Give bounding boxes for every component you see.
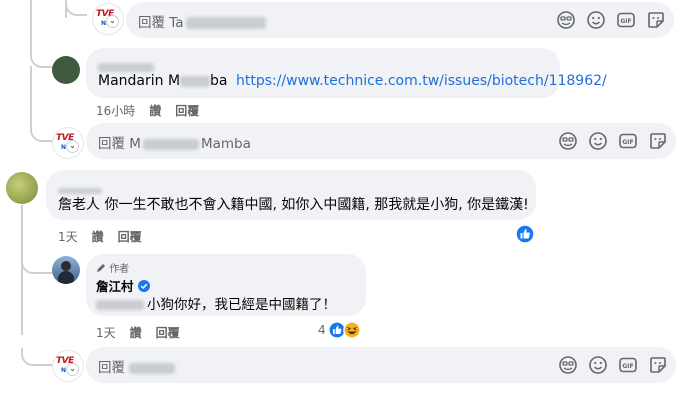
svg-text:GIF: GIF — [622, 363, 633, 370]
blurred-name — [142, 138, 199, 150]
sticker-smile-icon[interactable] — [558, 355, 578, 375]
commenter-avatar[interactable] — [6, 172, 38, 204]
comment-time[interactable]: 16小時 — [96, 104, 135, 118]
sticker-smile-icon[interactable] — [556, 10, 576, 30]
reaction-summary[interactable]: 4 — [318, 320, 361, 340]
gif-icon[interactable]: GIF — [616, 10, 636, 30]
sticker-icon[interactable] — [646, 10, 666, 30]
thread-connector — [21, 258, 53, 274]
emoji-icon[interactable] — [588, 131, 608, 151]
blurred-author — [58, 187, 102, 194]
gif-icon[interactable]: GIF — [618, 355, 638, 375]
sticker-icon[interactable] — [648, 131, 668, 151]
haha-reaction-icon — [342, 321, 361, 339]
reply-placeholder: 回覆 Ta — [138, 15, 184, 31]
thread-connector — [30, 124, 54, 142]
reaction-count: 4 — [318, 323, 326, 337]
author-name[interactable]: 詹江村 — [96, 279, 134, 294]
svg-text:GIF: GIF — [620, 18, 631, 25]
like-button[interactable]: 讚 — [92, 230, 104, 244]
comment-text-tail: ba — [210, 73, 228, 89]
reply-button[interactable]: 回覆 — [118, 230, 142, 244]
emoji-icon[interactable] — [588, 355, 608, 375]
comment-text: 小狗你好，我已經是中國籍了！ — [147, 297, 336, 313]
reply-placeholder: 回覆 M — [98, 136, 141, 152]
sticker-smile-icon[interactable] — [558, 131, 578, 151]
gif-icon[interactable]: GIF — [618, 131, 638, 151]
thread-line — [30, 0, 32, 46]
comment-meta: 1天讚回覆 — [58, 228, 156, 245]
comment-bubble: 詹老人 你一生不敢也不會入籍中國, 如你入中國籍, 那我就是小狗, 你是鐵漢! — [46, 170, 536, 220]
chevron-down-icon[interactable]: ⌄ — [66, 140, 79, 153]
like-button[interactable]: 讚 — [130, 326, 142, 340]
comment-bubble: Mandarin M ba https://www.technice.com.tw… — [86, 48, 607, 98]
blurred-mention — [96, 300, 144, 310]
sticker-icon[interactable] — [648, 355, 668, 375]
blurred-name — [185, 17, 266, 29]
thread-line — [21, 205, 23, 335]
reply-input[interactable]: 回覆 Ta GIF — [126, 2, 674, 38]
like-button[interactable]: 讚 — [149, 104, 161, 118]
reply-input[interactable]: 回覆 M Mamba GIF — [86, 123, 676, 159]
like-reaction-icon[interactable] — [515, 224, 535, 244]
thread-connector — [21, 348, 53, 366]
composer-icons: GIF — [556, 10, 666, 30]
comment-text: Mandarin M — [98, 73, 181, 89]
chevron-down-icon[interactable]: ⌄ — [106, 15, 119, 28]
article-link[interactable]: https://www.technice.com.tw/issues/biote… — [236, 73, 607, 89]
reply-placeholder-tail: Mamba — [200, 136, 251, 152]
pencil-icon — [97, 264, 105, 272]
commenter-avatar[interactable] — [52, 56, 80, 84]
author-avatar[interactable] — [52, 256, 80, 284]
comment-time[interactable]: 1天 — [96, 326, 116, 340]
reply-button[interactable]: 回覆 — [156, 326, 180, 340]
thread-line — [30, 66, 32, 126]
blurred-author — [98, 63, 154, 72]
thread-connector — [30, 44, 54, 68]
thread-connector — [65, 0, 87, 16]
blurred-text — [180, 75, 211, 87]
author-badge: 作者 — [109, 264, 130, 275]
chevron-down-icon[interactable]: ⌄ — [66, 363, 79, 376]
reply-button[interactable]: 回覆 — [175, 104, 199, 118]
comment-time[interactable]: 1天 — [58, 230, 78, 244]
reply-input[interactable]: 回覆 GIF — [86, 347, 676, 383]
emoji-icon[interactable] — [586, 10, 606, 30]
author-comment-bubble: 作者 詹江村 小狗你好，我已經是中國籍了！ — [86, 254, 366, 316]
comment-text: 詹老人 你一生不敢也不會入籍中國, 如你入中國籍, 那我就是小狗, 你是鐵漢! — [58, 197, 529, 213]
svg-text:GIF: GIF — [622, 139, 633, 146]
verified-badge-icon — [137, 280, 150, 292]
comment-meta: 1天讚回覆 — [96, 324, 194, 341]
blurred-name — [129, 362, 175, 374]
comment-meta: 16小時讚回覆 — [96, 102, 213, 119]
reply-placeholder: 回覆 — [98, 360, 125, 376]
